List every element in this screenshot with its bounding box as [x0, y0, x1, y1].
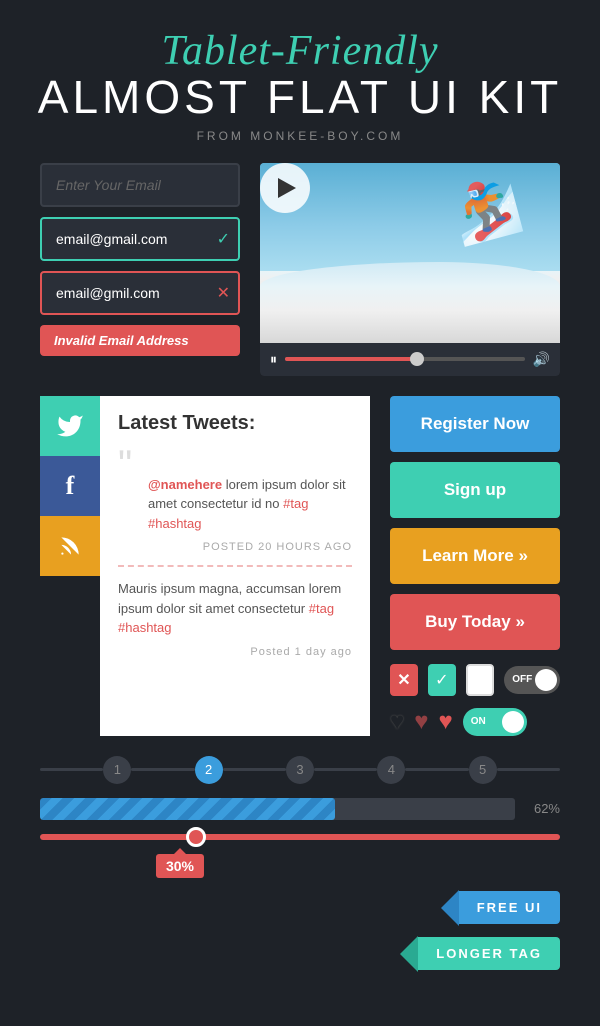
checkbox-empty[interactable] — [466, 664, 494, 696]
tweet2-tags: #tag #hashtag — [118, 601, 334, 636]
tweet-box: Latest Tweets: " @namehere lorem ipsum d… — [100, 396, 370, 736]
toggle-off-label: OFF — [512, 674, 532, 685]
page-dot-2[interactable]: 2 — [195, 756, 223, 784]
tag-free-ui-label: FREE UI — [459, 891, 560, 924]
tweet1-username: @namehere — [148, 477, 222, 492]
pause-icon[interactable]: ⏸ — [270, 351, 277, 368]
email-invalid-input[interactable] — [40, 271, 240, 315]
checkbox-row: ✕ ✓ OFF — [390, 664, 560, 696]
play-triangle-icon — [278, 178, 296, 198]
header-subtitle: FROM MONKEE-BOY.COM — [20, 129, 580, 143]
tag-longer-diamond — [400, 936, 418, 972]
tag-free-ui[interactable]: FREE UI — [441, 890, 560, 926]
tag-longer[interactable]: LONGER TAG — [400, 936, 560, 972]
progress-label: 62% — [525, 801, 560, 816]
video-controls-bar: ⏸ 🔊 — [260, 343, 560, 376]
page-line-after-5 — [497, 768, 560, 771]
play-button[interactable] — [260, 163, 310, 213]
twitter-button[interactable] — [40, 396, 100, 456]
tweet2-timestamp: Posted 1 day ago — [118, 646, 352, 658]
toggle-on-label: ON — [471, 716, 486, 727]
social-icons-panel: f — [40, 396, 100, 736]
email-valid-input[interactable] — [40, 217, 240, 261]
tag-free-ui-diamond — [441, 890, 459, 926]
email-valid-wrapper: ✓ — [40, 217, 240, 261]
video-progress-thumb[interactable] — [410, 352, 424, 366]
volume-icon[interactable]: 🔊 — [533, 351, 550, 368]
page-header: Tablet-Friendly ALMOST FLAT UI KIT FROM … — [0, 0, 600, 163]
pagination-bar: 1 2 3 4 5 — [40, 756, 560, 784]
rss-icon — [57, 533, 83, 559]
page-dot-3[interactable]: 3 — [286, 756, 314, 784]
tweet-title: Latest Tweets: — [118, 412, 352, 435]
email-placeholder-input[interactable] — [40, 163, 240, 207]
right-panel-buttons: Register Now Sign up Learn More » Buy To… — [390, 396, 560, 736]
header-cursive-title: Tablet-Friendly — [20, 30, 580, 72]
progress-track — [40, 798, 515, 820]
page-line-4-5 — [405, 768, 468, 771]
heart-outline-icon[interactable]: ♥ — [414, 708, 428, 736]
tweet-divider — [118, 565, 352, 567]
facebook-button[interactable]: f — [40, 456, 100, 516]
tweet1-timestamp: POSTED 20 HOURS AGO — [118, 541, 352, 553]
progress-section: 62% — [0, 798, 600, 820]
rss-button[interactable] — [40, 516, 100, 576]
toggle-on-knob — [502, 711, 524, 733]
video-progress-fill — [285, 357, 417, 361]
page-dot-1[interactable]: 1 — [103, 756, 131, 784]
tweet1-container: " @namehere lorem ipsum dolor sit amet c… — [118, 445, 352, 534]
left-panel: f Latest Tweets: " @namehere lorem ipsum… — [40, 396, 370, 736]
tags-section: FREE UI LONGER TAG — [0, 890, 600, 972]
checkbox-check[interactable]: ✓ — [428, 664, 456, 696]
progress-fill-striped — [40, 798, 335, 820]
learn-more-button[interactable]: Learn More » — [390, 528, 560, 584]
check-icon: ✓ — [217, 229, 230, 249]
x-icon: ✕ — [217, 283, 230, 303]
email-invalid-wrapper: ✕ — [40, 271, 240, 315]
tag-longer-label: LONGER TAG — [418, 937, 560, 970]
hearts-row: ♥ ♥ ♥ ON — [390, 708, 560, 736]
email-placeholder-wrapper — [40, 163, 240, 207]
email-inputs-panel: ✓ ✕ Invalid Email Address — [40, 163, 240, 356]
middle-section: f Latest Tweets: " @namehere lorem ipsum… — [0, 396, 600, 736]
page-line-2-3 — [223, 768, 286, 771]
buy-today-button[interactable]: Buy Today » — [390, 594, 560, 650]
page-line-1-2 — [131, 768, 194, 771]
slider-track[interactable] — [40, 834, 560, 840]
tweet2-text: Mauris ipsum magna, accumsan lorem ipsum… — [118, 579, 352, 638]
register-button[interactable]: Register Now — [390, 396, 560, 452]
toggle-off[interactable]: OFF — [504, 666, 560, 694]
slider-section: 30% — [0, 834, 600, 840]
error-label: Invalid Email Address — [40, 325, 240, 356]
checkbox-x[interactable]: ✕ — [390, 664, 418, 696]
inputs-video-section: ✓ ✕ Invalid Email Address 🏂 ⏸ 🔊 — [0, 163, 600, 396]
toggle-on[interactable]: ON — [463, 708, 527, 736]
heart-black-icon[interactable]: ♥ — [390, 708, 404, 736]
video-thumbnail[interactable]: 🏂 — [260, 163, 560, 343]
page-line-3-4 — [314, 768, 377, 771]
video-progress-bar[interactable] — [285, 357, 525, 361]
slider-tooltip: 30% — [156, 854, 204, 878]
page-line-before-1 — [40, 768, 103, 771]
header-main-title: ALMOST FLAT UI KIT — [20, 72, 580, 123]
heart-filled-icon[interactable]: ♥ — [439, 708, 453, 736]
pagination-section: 1 2 3 4 5 — [0, 756, 600, 784]
page-dot-4[interactable]: 4 — [377, 756, 405, 784]
facebook-icon: f — [66, 471, 75, 501]
page-dot-5[interactable]: 5 — [469, 756, 497, 784]
twitter-icon — [56, 412, 84, 440]
video-player: 🏂 ⏸ 🔊 — [260, 163, 560, 376]
toggle-off-knob — [535, 669, 557, 691]
slider-thumb[interactable] — [186, 827, 206, 847]
quote-mark-icon: " — [118, 455, 132, 475]
tweet1-text: @namehere lorem ipsum dolor sit amet con… — [118, 475, 352, 534]
signup-button[interactable]: Sign up — [390, 462, 560, 518]
